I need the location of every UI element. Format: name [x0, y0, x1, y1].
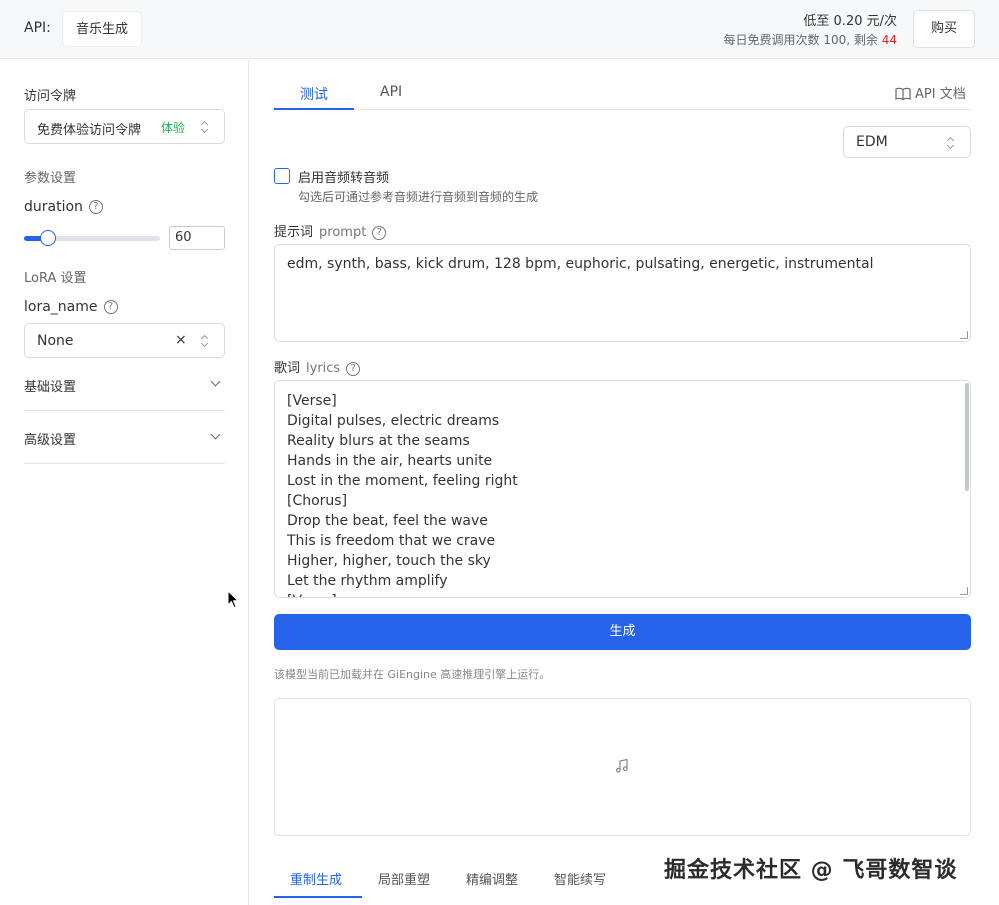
prompt-textarea[interactable]: edm, synth, bass, kick drum, 128 bpm, eu… [274, 244, 971, 342]
quota-remaining: 44 [881, 33, 897, 47]
lyrics-line: [Chorus] [287, 493, 348, 509]
lyrics-line: Lost in the moment, feeling right [287, 473, 518, 489]
lyrics-label: 歌词 lyrics? [274, 357, 361, 376]
lyrics-line: Hands in the air, hearts unite [287, 453, 493, 469]
resize-handle-icon[interactable] [960, 331, 968, 339]
select-arrows-icon [201, 120, 209, 134]
clear-icon[interactable]: × [175, 332, 187, 348]
api-name-chip: 音乐生成 [62, 11, 143, 47]
lyrics-textarea[interactable]: [Verse] Digital pulses, electric dreams Re… [274, 380, 971, 598]
select-arrows-icon [201, 334, 209, 348]
lyrics-line: [Verse] [287, 591, 958, 597]
tab-partial-repaint[interactable]: 局部重塑 [378, 869, 430, 888]
resize-handle-icon[interactable] [960, 587, 968, 595]
prompt-label-cn: 提示词 [274, 225, 314, 240]
lora-section-label: LoRA 设置 [24, 271, 87, 286]
token-label: 访问令牌 [24, 89, 77, 104]
lyrics-label-cn: 歌词 [274, 361, 301, 376]
params-section-label: 参数设置 [24, 171, 77, 186]
basic-settings-label: 基础设置 [24, 380, 77, 395]
select-arrows-icon [947, 136, 955, 150]
token-value: 免费体验访问令牌 [37, 123, 142, 138]
quota-prefix: 每日免费调用次数 100, 剩余 [723, 33, 882, 47]
duration-label-text: duration [24, 199, 83, 215]
lyrics-line: Digital pulses, electric dreams [287, 413, 500, 429]
tab-fine-edit[interactable]: 精编调整 [466, 869, 518, 888]
duration-input[interactable]: 60 [169, 226, 225, 250]
tabs-divider [274, 109, 971, 110]
lora-name-label-text: lora_name [24, 299, 98, 315]
prompt-label-en: prompt [319, 225, 367, 240]
active-bottom-tab-indicator [274, 896, 362, 898]
lora-select[interactable]: None × [24, 323, 225, 358]
help-icon[interactable]: ? [372, 225, 387, 240]
advanced-settings-accordion[interactable]: 高级设置 [24, 412, 225, 464]
chevron-down-icon [210, 376, 221, 387]
book-icon [895, 87, 911, 101]
api-docs-link[interactable]: API 文档 [895, 83, 966, 102]
generate-button[interactable]: 生成 [274, 614, 971, 650]
lyrics-line: This is freedom that we crave [287, 533, 496, 549]
lyrics-line: Higher, higher, touch the sky [287, 553, 491, 569]
top-bar: API: 音乐生成 低至 0.20 元/次 每日免费调用次数 100, 剩余 4… [0, 0, 999, 59]
chevron-down-icon [210, 429, 221, 440]
lyrics-line: Reality blurs at the seams [287, 433, 470, 449]
audio2audio-hint: 勾选后可通过参考音频进行音频到音频的生成 [298, 190, 539, 204]
lyrics-line: Let the rhythm amplify [287, 573, 448, 589]
duration-label: duration? [24, 199, 103, 215]
engine-note: 该模型当前已加载并在 GiEngine 高速推理引擎上运行。 [274, 668, 551, 681]
tab-api[interactable]: API [380, 84, 402, 100]
slider-thumb[interactable] [40, 230, 57, 246]
lyrics-content: [Verse] Digital pulses, electric dreams Re… [275, 381, 970, 597]
music-note-icon [615, 758, 628, 773]
watermark: 掘金技术社区 @ 飞哥数智谈 [664, 858, 958, 883]
api-docs-label: API 文档 [915, 87, 966, 102]
style-select[interactable]: EDM [843, 126, 971, 158]
price-text: 低至 0.20 元/次 [803, 14, 897, 29]
basic-settings-accordion[interactable]: 基础设置 [24, 359, 225, 411]
mouse-cursor-icon [227, 590, 239, 609]
main-panel: 测试 API API 文档 EDM 启用音频转音频 勾选后可通过参考音频进行音频… [250, 60, 999, 905]
lora-name-label: lora_name? [24, 299, 118, 315]
tab-remake[interactable]: 重制生成 [290, 869, 342, 888]
lyrics-line: [Verse] [287, 393, 337, 409]
api-label: API: [24, 20, 51, 36]
prompt-text: edm, synth, bass, kick drum, 128 bpm, eu… [287, 256, 874, 272]
duration-slider[interactable] [24, 230, 160, 246]
prompt-label: 提示词 prompt? [274, 221, 387, 240]
buy-button[interactable]: 购买 [913, 10, 975, 48]
lyrics-label-en: lyrics [306, 361, 341, 376]
audio2audio-checkbox[interactable] [274, 168, 290, 184]
active-tab-indicator [274, 108, 354, 110]
audio2audio-label: 启用音频转音频 [298, 171, 390, 186]
tab-test[interactable]: 测试 [300, 84, 328, 104]
help-icon[interactable]: ? [103, 300, 118, 314]
audio-output-area [274, 698, 971, 836]
token-select[interactable]: 免费体验访问令牌 体验 [24, 109, 225, 144]
scrollbar[interactable] [965, 383, 969, 491]
lora-value: None [37, 333, 74, 349]
trial-tag: 体验 [161, 121, 186, 135]
help-icon[interactable]: ? [346, 361, 361, 376]
quota-text: 每日免费调用次数 100, 剩余 44 [724, 31, 897, 48]
tab-smart-extend[interactable]: 智能续写 [554, 869, 606, 888]
style-select-value: EDM [856, 134, 888, 150]
lyrics-line: Drop the beat, feel the wave [287, 513, 488, 529]
advanced-settings-label: 高级设置 [24, 433, 77, 448]
sidebar: 访问令牌 免费体验访问令牌 体验 参数设置 duration? 60 LoRA … [0, 60, 249, 905]
help-icon[interactable]: ? [88, 200, 103, 214]
